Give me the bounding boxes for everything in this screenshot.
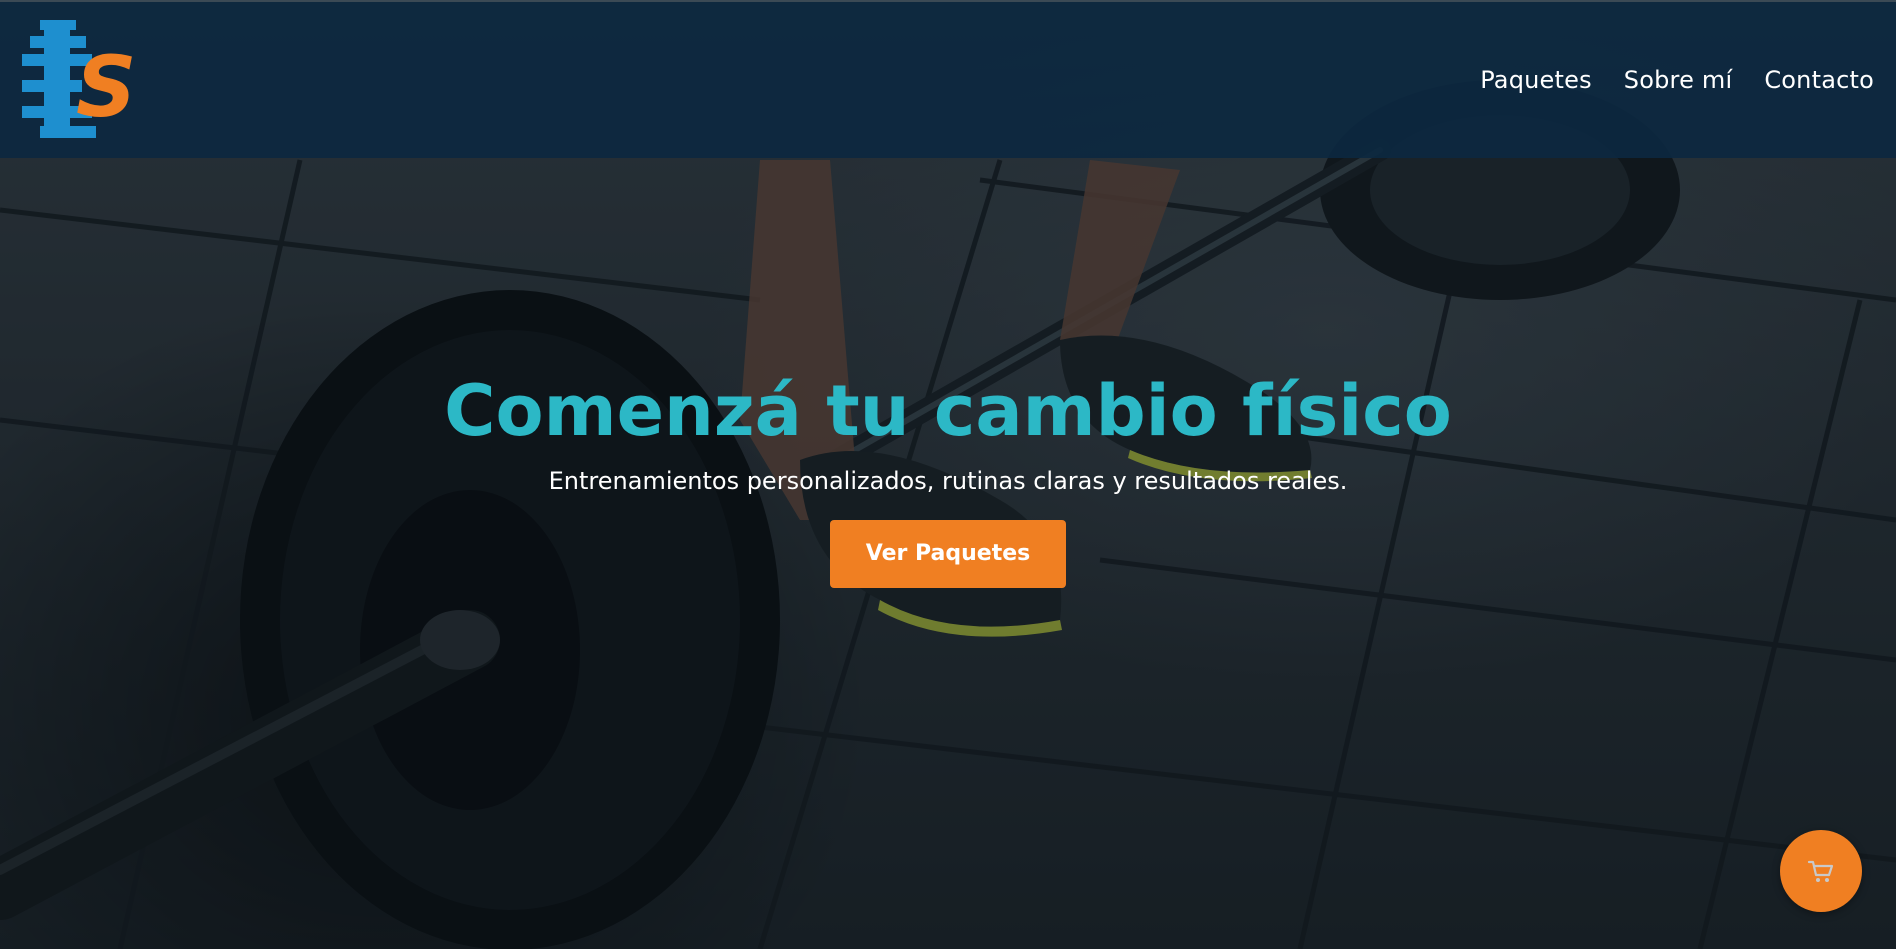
hero-content: Comenzá tu cambio físico Entrenamientos …	[0, 370, 1896, 588]
main-nav: Paquetes Sobre mí Contacto	[1480, 66, 1874, 94]
hero-title: Comenzá tu cambio físico	[444, 370, 1452, 452]
nav-link-contacto[interactable]: Contacto	[1764, 66, 1874, 94]
cart-button[interactable]	[1780, 830, 1862, 912]
page: S Paquetes Sobre mí Contacto Comenzá tu …	[0, 0, 1896, 949]
nav-link-paquetes[interactable]: Paquetes	[1480, 66, 1592, 94]
site-header: S Paquetes Sobre mí Contacto	[0, 0, 1896, 158]
logo-letter: S	[76, 38, 137, 136]
shopping-cart-icon	[1807, 860, 1834, 882]
dumbbell-fs-logo-icon[interactable]: S	[22, 20, 146, 144]
hero-subtitle: Entrenamientos personalizados, rutinas c…	[548, 467, 1348, 495]
nav-link-sobre-mi[interactable]: Sobre mí	[1624, 66, 1733, 94]
ver-paquetes-button[interactable]: Ver Paquetes	[829, 520, 1067, 588]
